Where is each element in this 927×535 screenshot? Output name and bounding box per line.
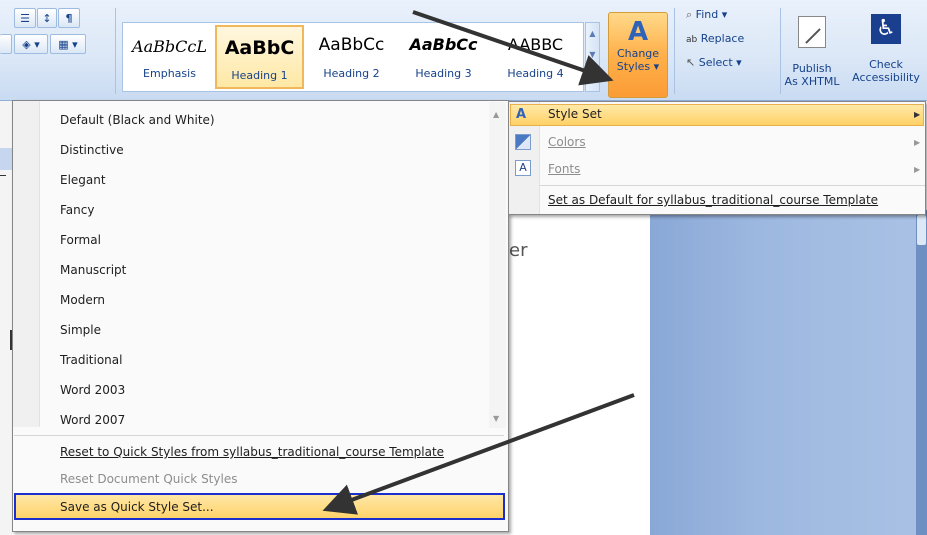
style-set-icon: A (516, 107, 527, 122)
pencil-page-icon (798, 16, 826, 48)
fonts-icon: A (515, 160, 531, 176)
save-quick-style-set-item[interactable]: Save as Quick Style Set... (14, 493, 505, 520)
publish-label-2: As XHTML (784, 75, 840, 88)
sort-az-icon[interactable]: ↕ (37, 8, 57, 28)
ruler-tick (0, 175, 6, 176)
change-styles-label-2: Styles ▾ (616, 60, 660, 73)
indent-icon[interactable]: ☰ (14, 8, 36, 28)
binoculars-icon: ⌕ (686, 8, 693, 21)
scrollbar-thumb[interactable] (917, 215, 926, 245)
scroll-down-icon[interactable]: ▼ (586, 50, 599, 59)
style-set-item[interactable]: Formal (60, 231, 101, 249)
style-sample: AaBbCc (409, 35, 478, 54)
change-styles-button[interactable]: A Change Styles ▾ (608, 12, 668, 98)
style-set-item[interactable]: Modern (60, 291, 105, 309)
colors-menu-item: Colors (548, 135, 586, 149)
ribbon: ☰ ↕ ¶ ◈ ▾ ▦ ▾ AaBbCcL Emphasis AaBbC Hea… (0, 0, 927, 101)
check-accessibility-button[interactable]: ♿ Check Accessibility (846, 10, 926, 96)
borders-icon[interactable]: ▦ ▾ (50, 34, 86, 54)
style-label: Emphasis (143, 67, 196, 80)
style-list-scrollbar[interactable]: ▲ ▼ (489, 102, 506, 428)
group-separator (780, 8, 781, 94)
group-separator (674, 8, 675, 94)
set-as-default-item[interactable]: Set as Default for syllabus_traditional_… (548, 193, 878, 207)
fonts-menu-item: Fonts (548, 162, 581, 176)
style-tile-heading-2[interactable]: AaBbCc Heading 2 (307, 25, 396, 89)
save-quick-style-set-label: Save as Quick Style Set... (60, 500, 214, 514)
style-tile-heading-3[interactable]: AaBbCc Heading 3 (399, 25, 488, 89)
style-tile-heading-1[interactable]: AaBbC Heading 1 (215, 25, 304, 89)
submenu-arrow-icon: ▶ (914, 110, 921, 119)
submenu-arrow-icon: ▶ (914, 138, 921, 147)
style-sample: AaBbCcL (132, 37, 207, 56)
style-label: Heading 4 (507, 67, 564, 80)
change-styles-icon: A (627, 17, 649, 47)
publish-label: Publish (792, 62, 832, 75)
cursor-icon: ↖ (686, 56, 696, 69)
menu-gutter (13, 101, 40, 427)
style-sample: AABBC (507, 35, 564, 54)
style-set-item[interactable]: Distinctive (60, 141, 124, 159)
check-label: Check (869, 58, 903, 71)
group-separator (115, 8, 116, 94)
vertical-scrollbar[interactable] (916, 210, 927, 535)
style-set-menu (12, 100, 509, 532)
style-label: Heading 2 (323, 67, 380, 80)
workspace-background (650, 210, 927, 535)
paint-bucket-icon[interactable]: ◈ ▾ (14, 34, 48, 54)
style-set-label: Style Set (548, 107, 602, 121)
submenu-arrow-icon: ▶ (914, 165, 921, 174)
scroll-up-icon[interactable]: ▲ (493, 110, 499, 119)
quick-styles-gallery: AaBbCcL Emphasis AaBbC Heading 1 AaBbCc … (122, 22, 584, 92)
style-set-item[interactable]: Fancy (60, 201, 94, 219)
style-set-item[interactable]: Manuscript (60, 261, 126, 279)
replace-icon: ab (686, 35, 698, 45)
reset-document-styles-item: Reset Document Quick Styles (60, 472, 238, 486)
ruler-marker (0, 148, 12, 170)
publish-xhtml-button[interactable]: Publish As XHTML (782, 10, 842, 96)
gallery-scroll[interactable]: ▲ ▼ (585, 22, 600, 92)
style-set-item[interactable]: Default (Black and White) (60, 111, 215, 129)
style-set-item[interactable]: Elegant (60, 171, 106, 189)
pilcrow-icon[interactable]: ¶ (58, 8, 80, 28)
select-button[interactable]: ↖ Select ▾ (686, 56, 742, 69)
colors-icon (515, 134, 531, 150)
menu-separator (540, 185, 925, 186)
accessibility-icon: ♿ (871, 14, 901, 44)
ribbon-edge-button[interactable] (0, 34, 12, 54)
style-set-item[interactable]: Traditional (60, 351, 122, 369)
style-tile-heading-4[interactable]: AABBC Heading 4 (491, 25, 580, 89)
find-button[interactable]: ⌕ Find ▾ (686, 8, 727, 22)
style-label: Heading 1 (231, 69, 288, 82)
scroll-up-icon[interactable]: ▲ (586, 29, 599, 38)
style-tile-emphasis[interactable]: AaBbCcL Emphasis (125, 25, 214, 89)
menu-separator (14, 435, 504, 436)
style-label: Heading 3 (415, 67, 472, 80)
style-set-item[interactable]: Word 2007 (60, 411, 125, 429)
scroll-down-icon[interactable]: ▼ (493, 414, 499, 423)
style-set-item[interactable]: Simple (60, 321, 101, 339)
change-styles-label: Change (616, 47, 660, 60)
replace-button[interactable]: ab Replace (686, 32, 744, 45)
check-label-2: Accessibility (852, 71, 920, 84)
reset-template-styles-item[interactable]: Reset to Quick Styles from syllabus_trad… (60, 443, 444, 461)
style-sample: AaBbCc (318, 35, 385, 55)
style-sample: AaBbC (224, 37, 295, 59)
style-set-item[interactable]: Word 2003 (60, 381, 125, 399)
